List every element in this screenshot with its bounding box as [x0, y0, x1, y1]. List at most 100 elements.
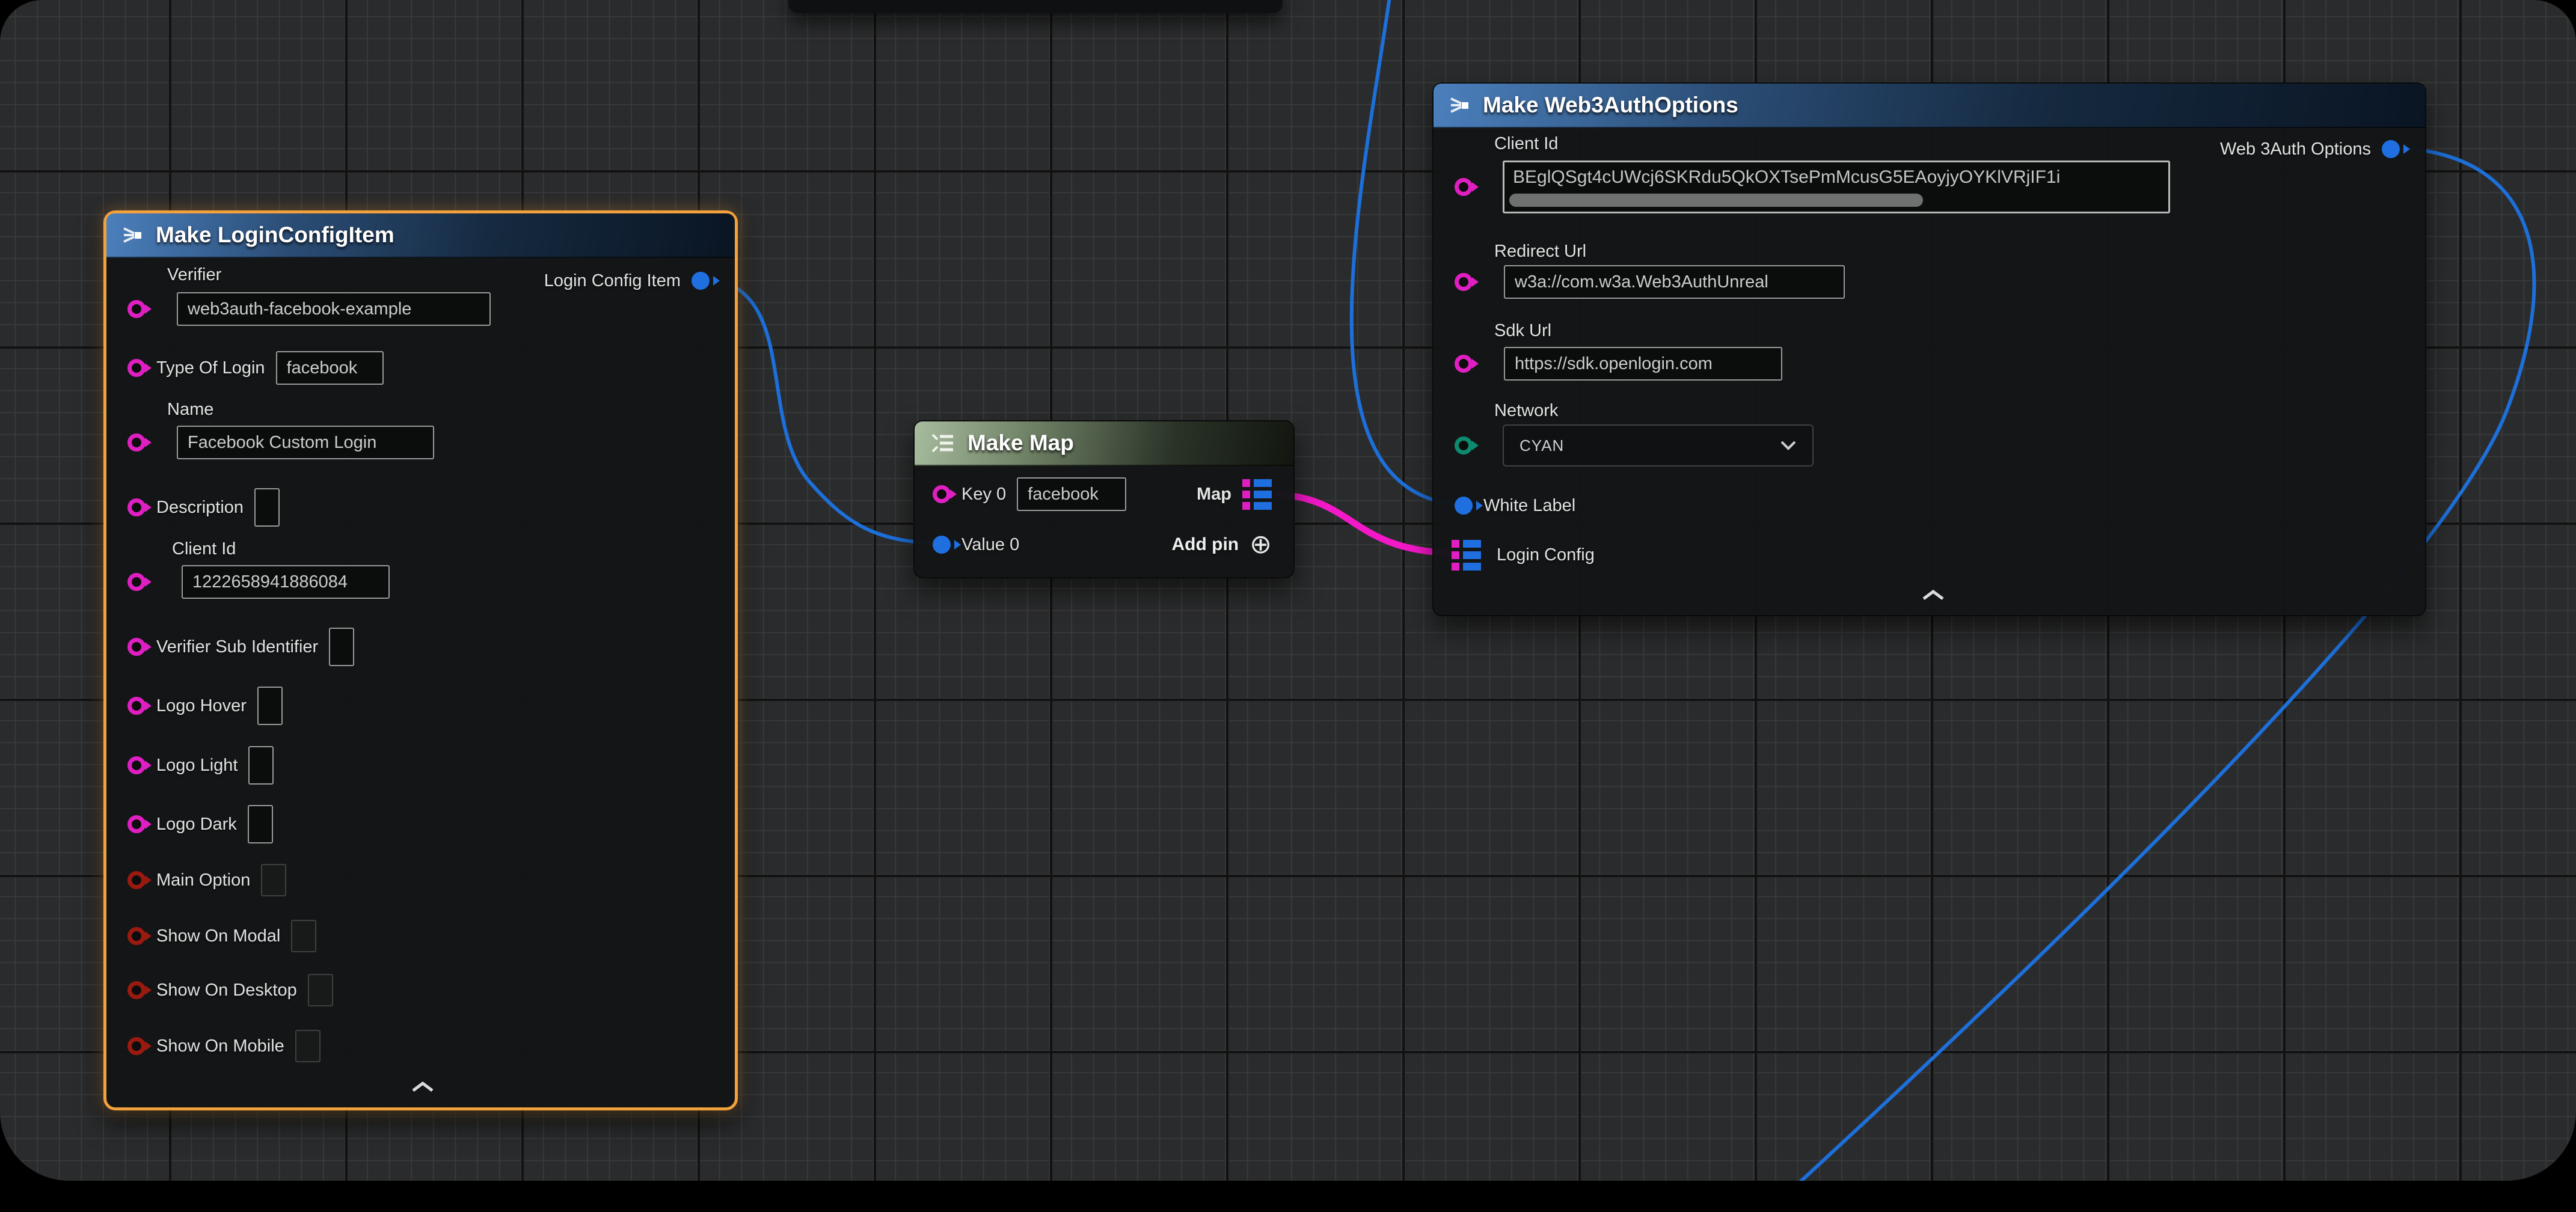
wire-loginconfigitem-to-value0[interactable] — [705, 278, 942, 543]
pin-main-option[interactable] — [127, 871, 146, 889]
add-pin-row: Add pin ⊕ — [1171, 525, 1272, 564]
name-input[interactable] — [177, 426, 434, 459]
pin-show-on-desktop[interactable] — [127, 981, 146, 999]
logo-hover-input[interactable] — [257, 687, 283, 725]
row-verifier-sub-identifier: Verifier Sub Identifier — [127, 628, 354, 666]
node-header-make-map[interactable]: Make Map — [915, 421, 1293, 466]
main-option-checkbox[interactable] — [261, 864, 286, 896]
add-pin-icon[interactable]: ⊕ — [1250, 531, 1272, 558]
field-label-client-id: Client Id — [172, 539, 236, 559]
node-header-make-loginconfigitem[interactable]: Make LoginConfigItem — [106, 213, 735, 258]
pin-white-label[interactable] — [1455, 497, 1473, 515]
output-row-map: Map — [1197, 475, 1272, 513]
field-label-main-option: Main Option — [156, 871, 250, 890]
add-pin-label: Add pin — [1171, 534, 1239, 555]
pin-login-config[interactable] — [1452, 540, 1481, 571]
blueprint-editor: Make LoginConfigItem Login Config Item V… — [0, 0, 2576, 1212]
logo-light-input[interactable] — [248, 746, 274, 785]
row-redirect-url — [1455, 263, 1845, 301]
row-white-label: White Label — [1455, 486, 1575, 525]
row-value0: Value 0 — [933, 525, 1019, 564]
verifier-input[interactable] — [177, 292, 491, 326]
node-title: Make Map — [968, 430, 1074, 456]
web3-client-id-text: BEglQSgt4cUWcj6SKRdu5QkOXTsePmMcusG5EAoy… — [1513, 167, 2060, 188]
node-header-make-web3authoptions[interactable]: Make Web3AuthOptions — [1434, 84, 2425, 128]
show-on-mobile-checkbox[interactable] — [295, 1030, 320, 1062]
value0-label: Value 0 — [961, 535, 1019, 555]
pin-redirect-url[interactable] — [1455, 273, 1473, 291]
pin-description[interactable] — [127, 498, 146, 516]
web3-client-id-input[interactable]: BEglQSgt4cUWcj6SKRdu5QkOXTsePmMcusG5EAoy… — [1503, 161, 2170, 213]
pin-logo-hover[interactable] — [127, 697, 146, 715]
pin-sdk-url[interactable] — [1455, 355, 1473, 373]
wire-map-to-loginconfig[interactable] — [1275, 494, 1454, 553]
field-label-logo-light: Logo Light — [156, 756, 238, 776]
client-id-scrollbar[interactable] — [1509, 194, 1923, 207]
field-label-redirect-url: Redirect Url — [1494, 242, 1586, 262]
logo-dark-input[interactable] — [248, 805, 273, 843]
field-label-verifier-sub-identifier: Verifier Sub Identifier — [156, 637, 318, 657]
field-label-description: Description — [156, 498, 244, 518]
row-type-of-login: Type Of Login — [127, 349, 384, 387]
key0-label: Key 0 — [961, 485, 1006, 504]
pin-name[interactable] — [127, 433, 146, 451]
graph-canvas[interactable]: Make LoginConfigItem Login Config Item V… — [0, 0, 2576, 1181]
pin-value0[interactable] — [933, 536, 951, 554]
network-dropdown[interactable]: CYAN — [1503, 424, 1814, 467]
field-label-client-id: Client Id — [1494, 134, 1558, 154]
row-verifier — [127, 290, 491, 328]
row-key0: Key 0 — [933, 475, 1126, 513]
redirect-url-input[interactable] — [1504, 265, 1845, 299]
row-login-config: Login Config — [1452, 536, 1595, 574]
pin-verifier-sub-identifier[interactable] — [127, 638, 146, 656]
login-config-label: Login Config — [1497, 545, 1595, 565]
key0-input[interactable] — [1017, 477, 1126, 511]
collapse-node-icon[interactable] — [1921, 589, 1946, 602]
pin-logo-light[interactable] — [127, 756, 146, 774]
pin-show-on-modal[interactable] — [127, 927, 146, 945]
description-input[interactable] — [254, 488, 280, 527]
field-label-show-on-modal: Show On Modal — [156, 926, 280, 946]
network-dropdown-value: CYAN — [1520, 436, 1564, 455]
pin-web3auth-options-output[interactable] — [2382, 140, 2400, 158]
client-id-input[interactable] — [182, 565, 390, 599]
row-web3-client-id: BEglQSgt4cUWcj6SKRdu5QkOXTsePmMcusG5EAoy… — [1455, 161, 2170, 213]
row-description: Description — [127, 488, 280, 527]
node-make-map[interactable]: Make Map Key 0 Map Value 0 Add pin ⊕ — [913, 420, 1295, 578]
show-on-modal-checkbox[interactable] — [291, 920, 316, 952]
pin-key0[interactable] — [933, 485, 951, 503]
node-title: Make LoginConfigItem — [156, 222, 394, 248]
field-label-logo-hover: Logo Hover — [156, 696, 247, 716]
field-label-logo-dark: Logo Dark — [156, 815, 237, 834]
make-map-icon — [930, 432, 955, 454]
field-label-network: Network — [1494, 401, 1558, 421]
pin-logo-dark[interactable] — [127, 815, 146, 833]
field-label-sdk-url: Sdk Url — [1494, 321, 1551, 341]
white-label-label: White Label — [1483, 496, 1575, 516]
output-row-login-config-item: Login Config Item — [544, 262, 710, 300]
pin-verifier[interactable] — [127, 300, 146, 318]
verifier-sub-identifier-input[interactable] — [329, 628, 354, 666]
pin-map-output[interactable] — [1242, 479, 1272, 510]
type-of-login-input[interactable] — [276, 351, 384, 385]
pin-client-id[interactable] — [127, 573, 146, 591]
pin-login-config-item-output[interactable] — [692, 272, 710, 290]
node-make-loginconfigitem[interactable]: Make LoginConfigItem Login Config Item V… — [103, 210, 738, 1110]
partial-node-top[interactable] — [788, 0, 1283, 13]
sdk-url-input[interactable] — [1504, 347, 1782, 381]
pin-network[interactable] — [1455, 436, 1473, 454]
row-client-id — [127, 563, 390, 601]
pin-type-of-login[interactable] — [127, 359, 146, 377]
pin-web3-client-id[interactable] — [1455, 178, 1473, 196]
row-logo-dark: Logo Dark — [127, 805, 273, 843]
node-make-web3authoptions[interactable]: Make Web3AuthOptions Web 3Auth Options C… — [1432, 82, 2426, 616]
make-struct-icon — [1449, 94, 1471, 116]
output-pin-label: Login Config Item — [544, 271, 681, 291]
collapse-node-icon[interactable] — [410, 1080, 435, 1094]
pin-show-on-mobile[interactable] — [127, 1037, 146, 1055]
row-show-on-desktop: Show On Desktop — [127, 971, 333, 1009]
row-logo-light: Logo Light — [127, 746, 274, 785]
node-title: Make Web3AuthOptions — [1483, 93, 1738, 118]
row-logo-hover: Logo Hover — [127, 687, 283, 725]
show-on-desktop-checkbox[interactable] — [308, 974, 333, 1006]
